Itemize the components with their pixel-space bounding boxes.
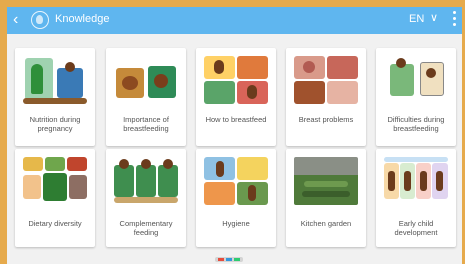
card-how-to-breastfeed[interactable]: How to breastfeed — [196, 48, 276, 146]
card-label: Kitchen garden — [300, 219, 352, 228]
card-complementary-feeding[interactable]: Complementary feeding — [106, 149, 186, 247]
card-label: Complementary feeding — [119, 219, 173, 237]
breast-problems-photo — [294, 56, 358, 104]
card-label: Difficulties during breastfeeding — [387, 115, 445, 133]
card-label: Dietary diversity — [28, 219, 82, 228]
card-label: Breast problems — [298, 115, 354, 124]
nutrition-illustration — [23, 56, 87, 104]
card-label: Early child development — [394, 219, 438, 237]
back-arrow-icon[interactable]: ‹ — [13, 12, 27, 29]
kitchen-garden-photo — [294, 157, 358, 205]
child-development-illustration — [384, 157, 448, 205]
card-kitchen-garden[interactable]: Kitchen garden — [286, 149, 366, 247]
more-vert-icon[interactable] — [453, 11, 457, 29]
language-selector[interactable]: EN — [409, 13, 424, 25]
dietary-diversity-illustration — [23, 157, 87, 205]
card-label: How to breastfeed — [205, 115, 267, 124]
app-logo-icon — [31, 11, 49, 29]
how-to-breastfeed-illustration — [204, 56, 268, 104]
page-indicator — [215, 257, 243, 262]
card-breast-problems[interactable]: Breast problems — [286, 48, 366, 146]
knowledge-screen: ‹ Knowledge EN ∨ Nutrition during pregna… — [7, 7, 462, 264]
complementary-feeding-illustration — [114, 157, 178, 205]
card-early-child-development[interactable]: Early child development — [376, 149, 456, 247]
card-dietary-diversity[interactable]: Dietary diversity — [15, 149, 95, 247]
page-dot — [226, 258, 232, 261]
card-label: Nutrition during pregnancy — [29, 115, 81, 133]
card-label: Hygiene — [222, 219, 250, 228]
difficulties-illustration — [384, 56, 448, 104]
chevron-down-icon[interactable]: ∨ — [430, 11, 438, 24]
hygiene-illustration — [204, 157, 268, 205]
card-label: Importance of breastfeeding — [123, 115, 169, 133]
breastfeeding-illustration — [114, 56, 178, 104]
card-importance-of-breastfeeding[interactable]: Importance of breastfeeding — [106, 48, 186, 146]
page-dot — [218, 258, 224, 261]
page-title: Knowledge — [55, 13, 110, 25]
page-dot — [234, 258, 240, 261]
card-difficulties-during-breastfeeding[interactable]: Difficulties during breastfeeding — [376, 48, 456, 146]
card-hygiene[interactable]: Hygiene — [196, 149, 276, 247]
top-app-bar: ‹ Knowledge EN ∨ — [7, 7, 462, 34]
card-nutrition-during-pregnancy[interactable]: Nutrition during pregnancy — [15, 48, 95, 146]
